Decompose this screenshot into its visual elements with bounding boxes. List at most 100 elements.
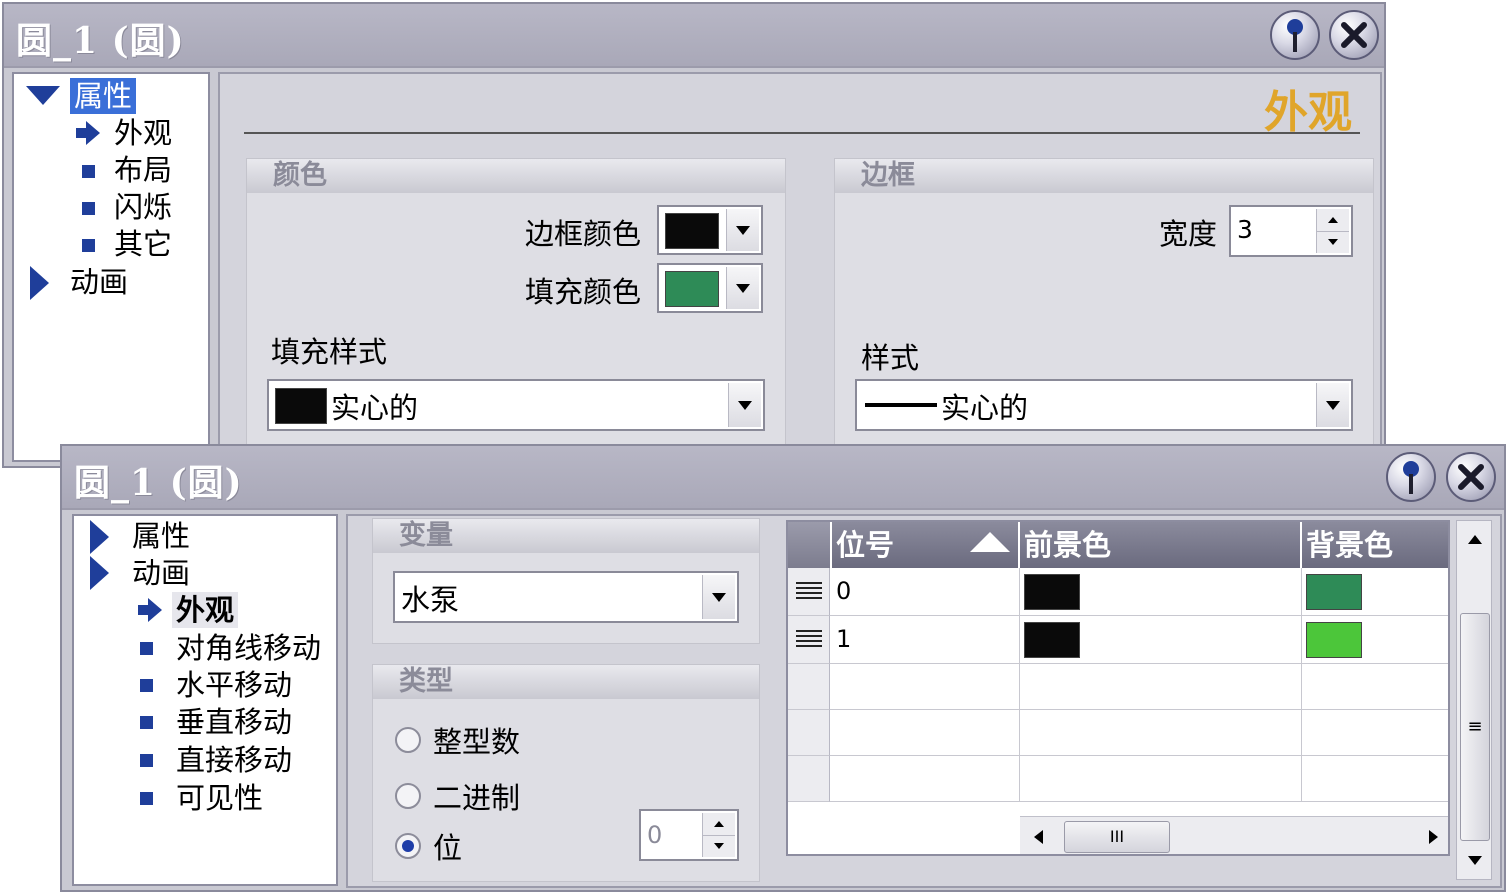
close-button[interactable] (1329, 10, 1379, 60)
spin-buttons[interactable] (1316, 209, 1349, 253)
vertical-scroll-thumb[interactable]: ≡ (1460, 613, 1490, 841)
width-spinner[interactable]: 3 (1229, 205, 1353, 257)
column-header-background[interactable]: 背景色 (1302, 522, 1448, 568)
table-cell-foreground[interactable] (1020, 616, 1302, 664)
tree-item-misc[interactable]: 其它 (114, 226, 172, 262)
tree-item-horizontal-move[interactable]: 水平移动 (176, 667, 292, 703)
group-header: 颜色 (247, 159, 785, 193)
border-style-value: 实心的 (941, 391, 1029, 425)
tree-item-layout[interactable]: 布局 (114, 152, 172, 188)
column-header-foreground[interactable]: 前景色 (1020, 522, 1302, 568)
radio-bit-label: 位 (433, 831, 463, 865)
section-title: 外观 (1264, 87, 1352, 138)
tree-item-animation[interactable]: 动画 (70, 264, 128, 300)
tree-item-appearance[interactable]: 外观 (114, 115, 172, 151)
expanded-node-icon[interactable] (90, 556, 109, 590)
bit-spinner[interactable]: 0 (639, 809, 739, 861)
properties-window-animation: 圆_1 (圆) 属性 动画 外观 对角线移动 水平移动 垂直移动 直接移动 可见… (60, 444, 1506, 892)
bit-color-table: 位号 前景色 背景色 0 1 III (786, 520, 1450, 856)
row-selector[interactable] (788, 616, 830, 664)
tree-item-properties[interactable]: 属性 (132, 518, 190, 554)
variable-group: 变量 水泵 (372, 518, 760, 644)
pin-button[interactable] (1270, 10, 1320, 60)
tree-item-visibility[interactable]: 可见性 (176, 780, 263, 816)
empty-cell (830, 756, 1020, 802)
pin-icon (1403, 461, 1419, 494)
scroll-left-icon[interactable] (1034, 830, 1043, 844)
collapsed-triangle-icon[interactable] (90, 520, 109, 554)
expand-triangle-icon[interactable] (26, 86, 60, 105)
row-selector[interactable] (788, 568, 830, 616)
empty-cell (830, 710, 1020, 756)
window-title: 圆_1 (圆) (16, 20, 185, 62)
chevron-down-icon[interactable] (726, 267, 759, 309)
animation-content-pane: 变量 水泵 类型 整型数 二进制 位 0 位号 前景色 背景色 0 1 III … (346, 514, 1502, 888)
table-cell-foreground[interactable] (1020, 568, 1302, 616)
current-page-arrow-icon (138, 598, 162, 622)
scroll-right-icon[interactable] (1429, 830, 1438, 844)
fill-style-value: 实心的 (331, 391, 419, 425)
bullet-icon (140, 792, 153, 805)
tree-item-properties[interactable]: 属性 (70, 78, 137, 114)
chevron-down-icon[interactable] (702, 575, 735, 619)
group-header: 边框 (835, 159, 1373, 193)
pin-button[interactable] (1386, 452, 1436, 502)
row-selector (788, 710, 830, 756)
fill-color-label: 填充颜色 (525, 275, 642, 309)
tree-item-direct-move[interactable]: 直接移动 (176, 742, 292, 778)
border-color-label: 边框颜色 (525, 217, 642, 251)
row-selector (788, 756, 830, 802)
tree-item-vertical-move[interactable]: 垂直移动 (176, 704, 292, 740)
empty-cell (1020, 664, 1302, 710)
chevron-down-icon[interactable] (728, 383, 761, 427)
current-page-arrow-icon (76, 121, 100, 145)
properties-window-appearance: 圆_1 (圆) 属性 外观 布局 闪烁 其它 动画 外观 颜色 边框颜色 填充颜… (2, 2, 1386, 468)
radio-binary[interactable] (395, 783, 421, 809)
scroll-up-icon[interactable] (1468, 535, 1482, 544)
sort-ascending-icon (970, 532, 1010, 552)
table-cell-bit[interactable]: 0 (830, 568, 1020, 616)
collapsed-triangle-icon[interactable] (30, 266, 49, 300)
column-header-bit[interactable]: 位号 (832, 522, 1020, 568)
empty-cell (1020, 756, 1302, 802)
bullet-icon (82, 202, 95, 215)
border-style-select[interactable]: 实心的 (855, 379, 1353, 431)
tree-item-diagonal-move[interactable]: 对角线移动 (176, 630, 321, 666)
window-titlebar[interactable]: 圆_1 (圆) (4, 4, 1384, 68)
empty-cell (1302, 664, 1448, 710)
row-selector (788, 664, 830, 710)
fill-color-swatch (665, 271, 719, 307)
vertical-scrollbar[interactable]: ≡ (1456, 520, 1492, 880)
tree-item-animation[interactable]: 动画 (132, 555, 190, 591)
horizontal-scrollbar[interactable]: III (1020, 816, 1448, 854)
window-titlebar[interactable]: 圆_1 (圆) (62, 446, 1504, 510)
fill-style-preview (275, 388, 327, 424)
horizontal-scroll-thumb[interactable]: III (1064, 821, 1170, 853)
width-label: 宽度 (1159, 217, 1218, 251)
fill-style-label: 填充样式 (271, 335, 388, 369)
scroll-down-icon[interactable] (1468, 856, 1482, 865)
variable-value: 水泵 (401, 583, 460, 617)
chevron-down-icon[interactable] (726, 209, 759, 251)
row-lines-icon (796, 582, 822, 602)
fill-color-picker[interactable] (657, 263, 763, 313)
table-corner (788, 522, 832, 568)
group-header: 变量 (373, 519, 759, 553)
table-cell-background[interactable] (1302, 568, 1448, 616)
tree-item-flashing[interactable]: 闪烁 (114, 189, 172, 225)
appearance-content-pane: 外观 颜色 边框颜色 填充颜色 填充样式 实心的 边框 宽度 3 样式 实心的 (218, 72, 1382, 466)
close-button[interactable] (1446, 452, 1496, 502)
radio-bit[interactable] (395, 833, 421, 859)
table-cell-background[interactable] (1302, 616, 1448, 664)
tree-item-appearance[interactable]: 外观 (172, 592, 239, 628)
group-header: 类型 (373, 665, 759, 699)
spin-buttons[interactable] (702, 813, 735, 857)
fill-style-select[interactable]: 实心的 (267, 379, 765, 431)
chevron-down-icon[interactable] (1316, 383, 1349, 427)
radio-integer[interactable] (395, 727, 421, 753)
close-icon (1341, 22, 1367, 48)
table-cell-bit[interactable]: 1 (830, 616, 1020, 664)
variable-select[interactable]: 水泵 (393, 571, 739, 623)
border-color-picker[interactable] (657, 205, 763, 255)
background-swatch (1306, 574, 1362, 610)
